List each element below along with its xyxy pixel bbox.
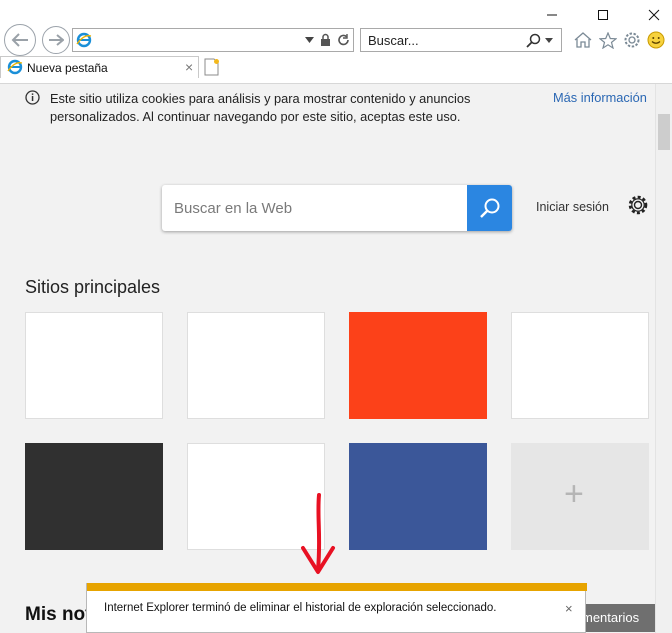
info-icon: [25, 90, 40, 105]
notification-message: Internet Explorer terminó de eliminar el…: [104, 602, 497, 614]
new-tab-icon: [204, 58, 219, 76]
tools-button[interactable]: [621, 28, 643, 52]
search-icon: [479, 198, 499, 218]
close-button[interactable]: [639, 4, 669, 26]
add-site-tile[interactable]: +: [511, 443, 649, 550]
new-tab-button[interactable]: [202, 57, 222, 77]
minimize-button[interactable]: [537, 4, 567, 26]
maximize-button[interactable]: [588, 4, 618, 26]
close-icon: [648, 9, 660, 21]
top-sites-heading: Sitios principales: [25, 277, 161, 297]
forward-button[interactable]: [42, 26, 70, 54]
more-info-link[interactable]: Más información: [553, 90, 647, 105]
top-site-tile-3[interactable]: [349, 312, 487, 419]
ie-logo-icon: [76, 32, 92, 48]
smiley-icon: [647, 31, 665, 49]
maximize-icon: [598, 10, 608, 20]
search-box[interactable]: Buscar...: [360, 28, 562, 52]
cookie-notice-text: Este sitio utiliza cookies para análisis…: [50, 91, 471, 124]
back-arrow-icon: [11, 33, 28, 47]
search-dropdown-icon[interactable]: [545, 38, 553, 43]
top-site-tile-2[interactable]: [187, 312, 325, 419]
forward-arrow-icon: [49, 34, 64, 46]
sign-in-link[interactable]: Iniciar sesión: [536, 200, 609, 214]
home-icon: [574, 32, 592, 48]
address-bar[interactable]: [72, 28, 354, 52]
add-site-plus: +: [564, 475, 584, 513]
top-site-tile-4[interactable]: [511, 312, 649, 419]
favorites-button[interactable]: [597, 28, 619, 52]
settings-gear-icon[interactable]: [627, 194, 649, 216]
tab-close-button[interactable]: ×: [185, 59, 193, 75]
web-search-input[interactable]: Buscar en la Web: [174, 200, 292, 217]
feedback-button[interactable]: mentarios: [576, 604, 655, 632]
vertical-scrollbar[interactable]: [655, 84, 672, 633]
web-search-box[interactable]: Buscar en la Web: [162, 185, 512, 231]
gear-icon: [624, 32, 640, 48]
search-input[interactable]: Buscar...: [368, 33, 419, 48]
notification-stripe: [87, 583, 587, 591]
tab-title: Nueva pestaña: [27, 61, 108, 75]
home-button[interactable]: [572, 28, 594, 52]
notification-close-button[interactable]: ×: [565, 601, 573, 616]
annotation-arrow-icon: [301, 493, 335, 574]
ie-logo-icon: [7, 59, 23, 75]
feedback-smiley-button[interactable]: [645, 28, 667, 52]
back-button[interactable]: [4, 24, 36, 56]
top-site-tile-5[interactable]: [25, 443, 163, 550]
top-site-tile-1[interactable]: [25, 312, 163, 419]
star-icon: [599, 31, 617, 49]
minimize-icon: [547, 14, 557, 16]
my-news-heading: Mis not: [25, 604, 92, 625]
refresh-icon[interactable]: [337, 33, 350, 47]
tab-nueva-pestana[interactable]: Nueva pestaña ×: [0, 56, 199, 78]
notification-bar: Internet Explorer terminó de eliminar el…: [86, 583, 587, 633]
web-search-button[interactable]: [467, 185, 512, 231]
top-site-tile-7[interactable]: [349, 443, 487, 550]
search-icon[interactable]: [526, 33, 541, 48]
new-tab-page: Este sitio utiliza cookies para análisis…: [0, 84, 655, 633]
scrollbar-thumb[interactable]: [658, 114, 670, 150]
lock-icon[interactable]: [320, 33, 331, 47]
dropdown-icon[interactable]: [305, 37, 314, 43]
